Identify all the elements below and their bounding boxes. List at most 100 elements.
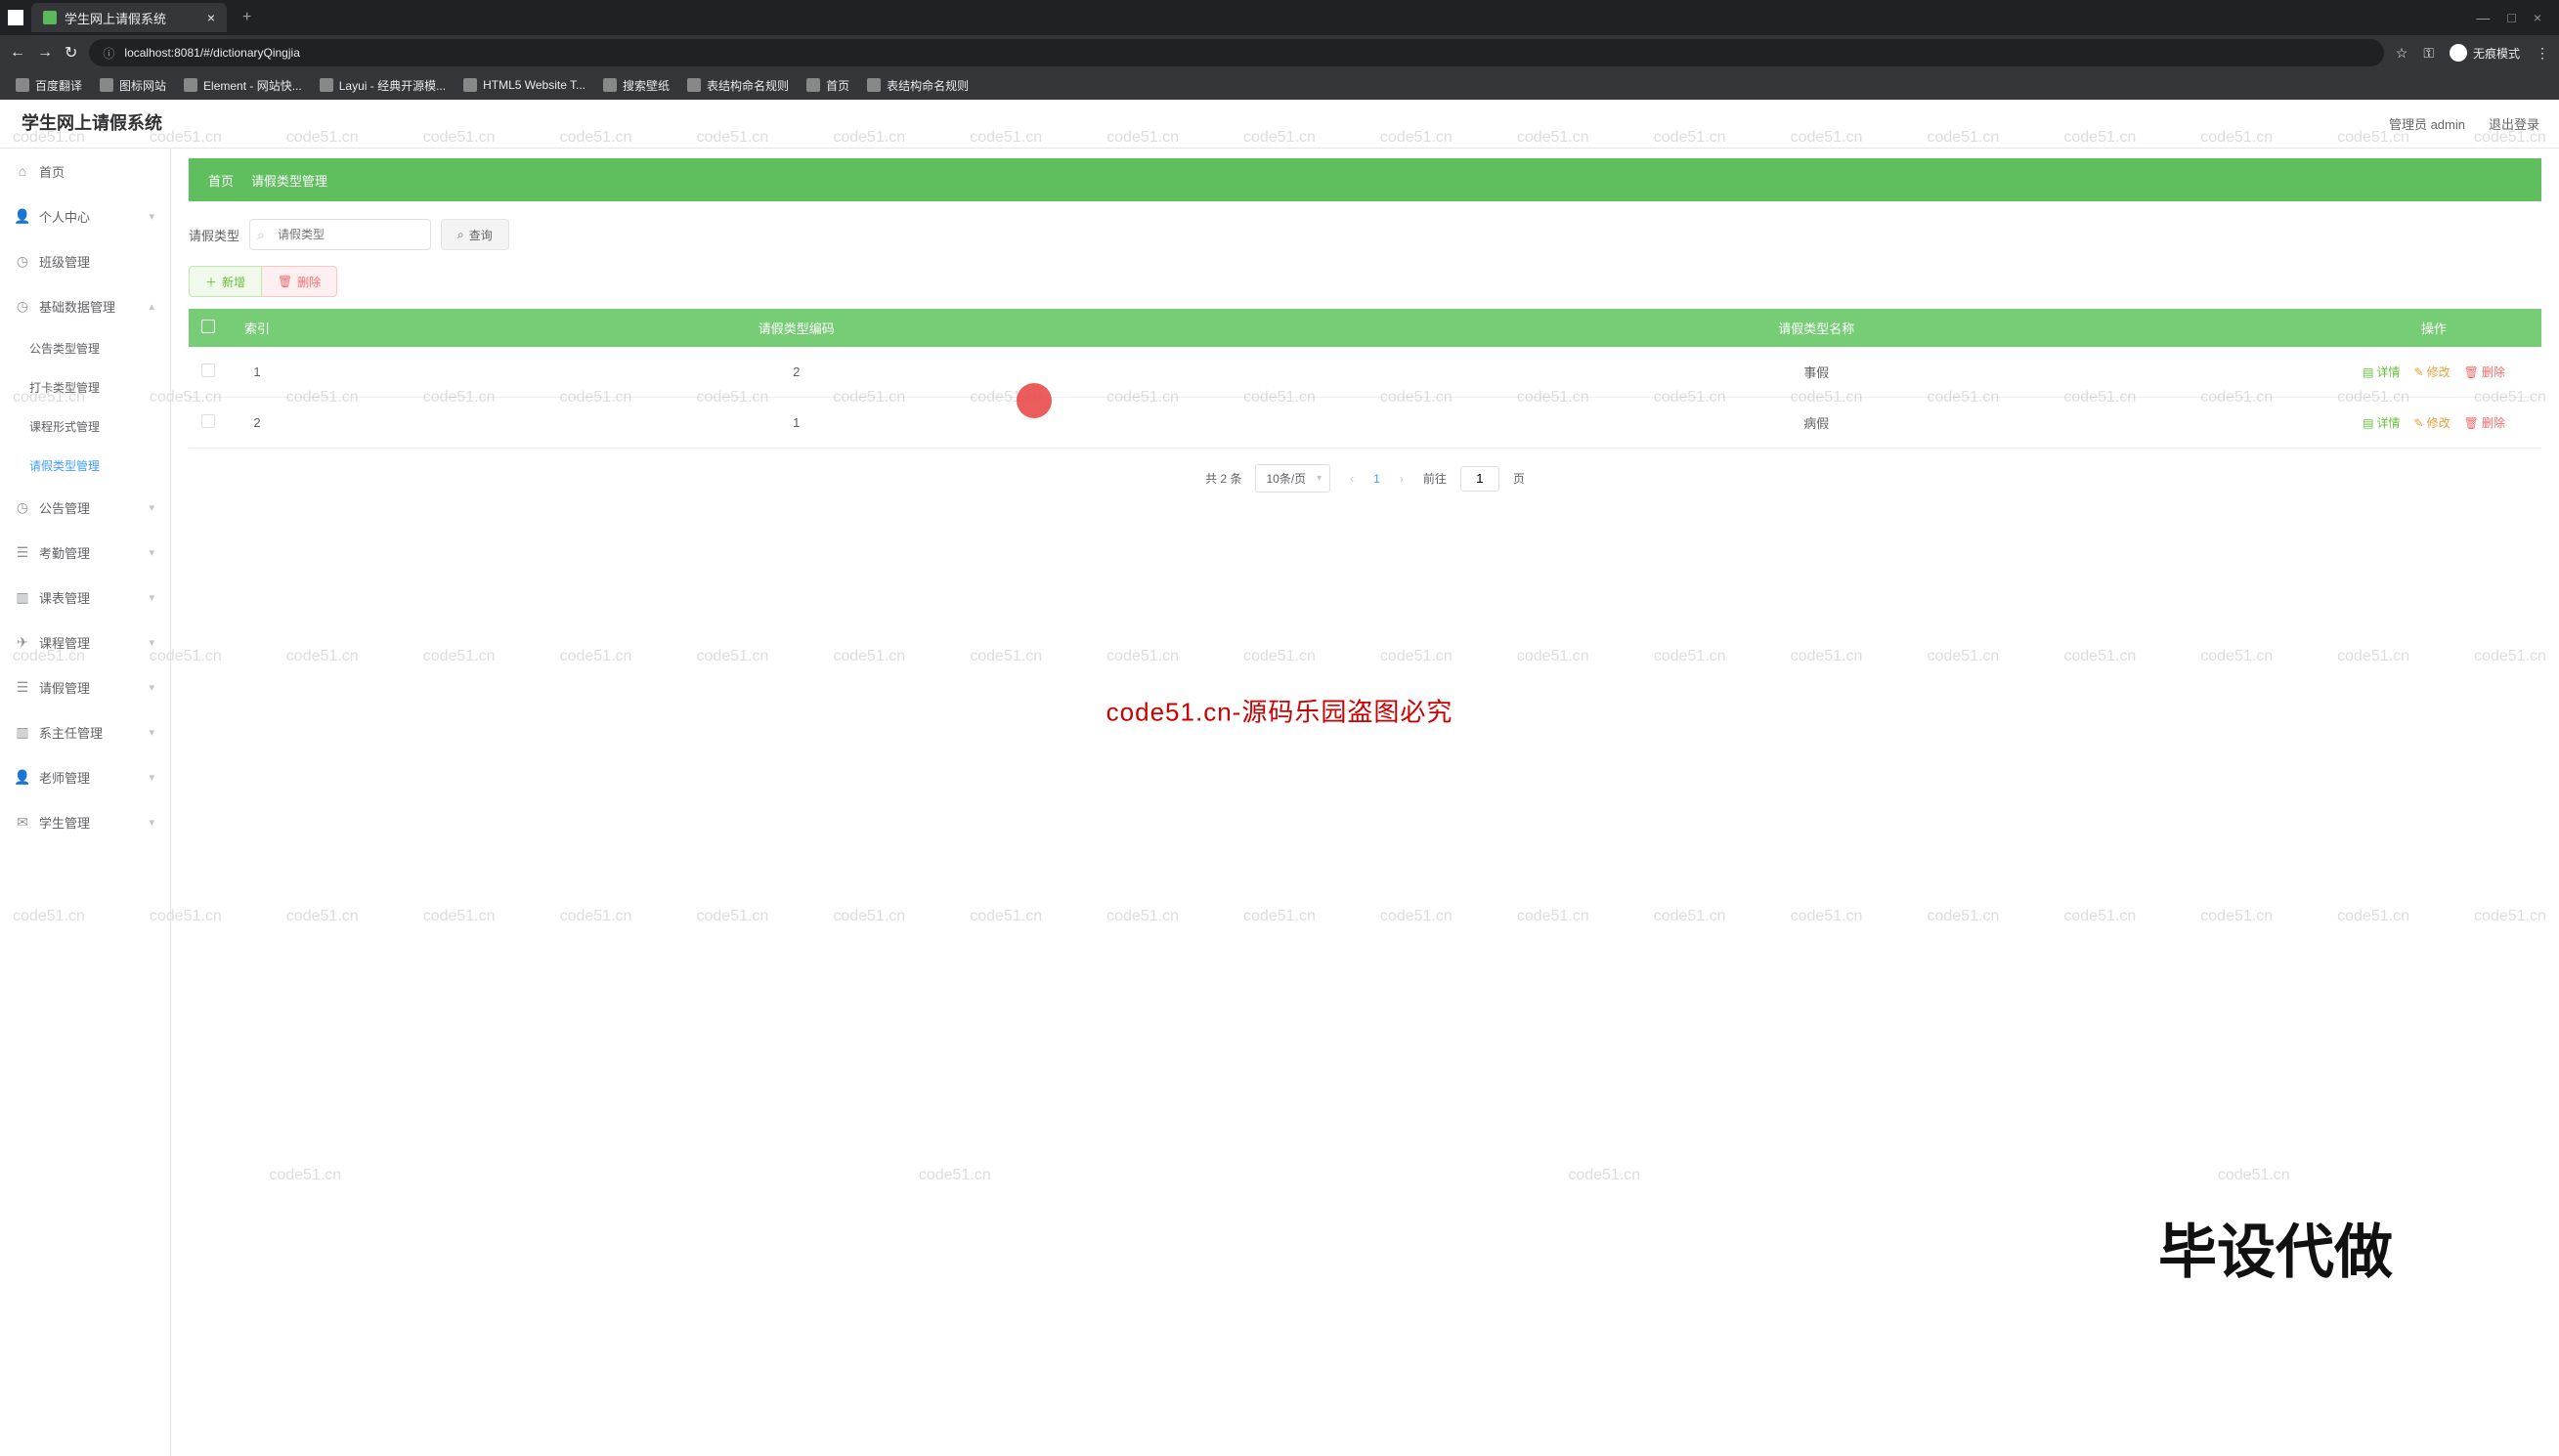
bookmark-item[interactable]: 搜索壁纸 <box>603 77 670 94</box>
user-icon: 👤 <box>16 770 29 784</box>
clock-icon: ◷ <box>16 254 29 268</box>
next-page-button[interactable]: › <box>1394 472 1410 486</box>
bookmark-icon <box>603 78 617 92</box>
chevron-down-icon: ▾ <box>149 636 154 649</box>
minimize-icon[interactable]: — <box>2476 10 2490 25</box>
chevron-down-icon: ▾ <box>149 726 154 739</box>
current-page[interactable]: 1 <box>1373 472 1380 486</box>
row-checkbox[interactable] <box>201 364 215 377</box>
send-icon: ✈ <box>16 635 29 649</box>
clock-icon: ◷ <box>16 500 29 514</box>
sidebar-sub-leave-type[interactable]: 请假类型管理 <box>0 446 170 485</box>
site-info-icon[interactable]: ⓘ <box>103 45 114 62</box>
url-field[interactable]: ⓘ localhost:8081/#/dictionaryQingjia <box>89 39 2383 66</box>
row-detail-button[interactable]: ▤详情 <box>2363 414 2400 431</box>
bookmark-star-icon[interactable]: ☆ <box>2396 45 2408 62</box>
forward-button[interactable]: → <box>37 44 53 62</box>
close-tab-icon[interactable]: × <box>207 10 215 25</box>
home-icon: ⌂ <box>16 164 29 178</box>
chevron-down-icon: ▾ <box>149 771 154 784</box>
row-edit-button[interactable]: ✎修改 <box>2414 414 2451 431</box>
address-bar: ← → ↻ ⓘ localhost:8081/#/dictionaryQingj… <box>0 35 2559 70</box>
bookmark-item[interactable]: Element - 网站快... <box>184 77 302 94</box>
maximize-icon[interactable]: □ <box>2507 10 2515 25</box>
header-checkbox[interactable] <box>189 309 228 347</box>
delete-button[interactable]: 🗑删除 <box>262 266 337 297</box>
sidebar-item-basedata[interactable]: ◷基础数据管理▴ <box>0 283 170 328</box>
gear-icon: ◷ <box>16 299 29 313</box>
chevron-down-icon: ▾ <box>149 501 154 514</box>
bookmark-item[interactable]: 图标网站 <box>100 77 166 94</box>
sidebar-item-student[interactable]: ✉学生管理▾ <box>0 799 170 844</box>
row-checkbox[interactable] <box>201 414 215 428</box>
sidebar-item-timetable[interactable]: ▥课表管理▾ <box>0 575 170 620</box>
reload-button[interactable]: ↻ <box>65 43 77 63</box>
goto-suffix: 页 <box>1513 470 1525 487</box>
user-label[interactable]: 管理员 admin <box>2389 114 2465 133</box>
bookmark-item[interactable]: 表结构命名规则 <box>867 77 969 94</box>
bookmark-item[interactable]: Layui - 经典开源模... <box>320 77 446 94</box>
close-window-icon[interactable]: × <box>2534 10 2541 25</box>
action-button-row: ＋新增 🗑删除 <box>189 266 2541 297</box>
sidebar-item-class[interactable]: ◷班级管理 <box>0 238 170 283</box>
bookmark-item[interactable]: 表结构命名规则 <box>687 77 789 94</box>
prev-page-button[interactable]: ‹ <box>1344 472 1360 486</box>
browser-menu-icon[interactable]: ⋮ <box>2536 45 2549 62</box>
cell-code: 1 <box>286 398 1307 449</box>
calendar-icon: ▥ <box>16 725 29 739</box>
cell-index: 2 <box>228 398 286 449</box>
chevron-down-icon: ▾ <box>149 816 154 829</box>
mail-icon: ✉ <box>16 815 29 829</box>
logout-link[interactable]: 退出登录 <box>2489 114 2539 133</box>
cell-index: 1 <box>228 347 286 398</box>
bookmark-item[interactable]: HTML5 Website T... <box>463 78 586 92</box>
search-row: 请假类型 ⌕ ⌕ 查询 <box>189 219 2541 250</box>
sidebar-item-dean[interactable]: ▥系主任管理▾ <box>0 709 170 754</box>
row-edit-button[interactable]: ✎修改 <box>2414 364 2451 380</box>
search-icon: ⌕ <box>457 228 464 242</box>
search-icon: ⌕ <box>257 227 265 243</box>
bookmark-icon <box>100 78 113 92</box>
tab-strip: 学生网上请假系统 × + — □ × <box>0 0 2559 35</box>
bookmark-icon <box>867 78 881 92</box>
browser-tab[interactable]: 学生网上请假系统 × <box>31 3 227 32</box>
sidebar-sub-checkin-type[interactable]: 打卡类型管理 <box>0 367 170 407</box>
search-input[interactable] <box>249 219 431 250</box>
key-icon[interactable]: ⚿ <box>2423 45 2434 62</box>
breadcrumb-home[interactable]: 首页 <box>208 171 234 190</box>
col-index: 索引 <box>228 309 286 347</box>
add-button[interactable]: ＋新增 <box>189 266 262 297</box>
edit-icon: ✎ <box>2414 365 2424 379</box>
new-tab-button[interactable]: + <box>235 5 259 30</box>
row-delete-button[interactable]: 🗑删除 <box>2464 414 2505 431</box>
app-header: 学生网上请假系统 管理员 admin 退出登录 <box>0 100 2559 149</box>
bookmark-item[interactable]: 百度翻译 <box>16 77 82 94</box>
sidebar: ⌂首页 👤个人中心▾ ◷班级管理 ◷基础数据管理▴ 公告类型管理 打卡类型管理 … <box>0 149 171 1456</box>
tab-title: 学生网上请假系统 <box>65 9 166 27</box>
sidebar-sub-notice-type[interactable]: 公告类型管理 <box>0 328 170 367</box>
chevron-up-icon: ▴ <box>149 300 154 313</box>
back-button[interactable]: ← <box>10 44 25 62</box>
page-size-select[interactable]: 10条/页 ▾ <box>1255 464 1330 492</box>
sidebar-sub-course-type[interactable]: 课程形式管理 <box>0 407 170 446</box>
plus-icon: ＋ <box>205 274 217 290</box>
row-delete-button[interactable]: 🗑删除 <box>2464 364 2505 380</box>
goto-page-input[interactable] <box>1460 466 1499 492</box>
pagination: 共 2 条 10条/页 ▾ ‹ 1 › 前往 页 <box>189 449 2541 508</box>
table-row: 2 1 病假 ▤详情 ✎修改 🗑删除 <box>189 398 2541 449</box>
row-detail-button[interactable]: ▤详情 <box>2363 364 2400 380</box>
bookmark-item[interactable]: 首页 <box>806 77 849 94</box>
os-icon <box>8 10 23 25</box>
sidebar-item-profile[interactable]: 👤个人中心▾ <box>0 193 170 238</box>
sidebar-item-teacher[interactable]: 👤老师管理▾ <box>0 754 170 799</box>
chevron-down-icon: ▾ <box>149 591 154 604</box>
sidebar-item-notice[interactable]: ◷公告管理▾ <box>0 485 170 530</box>
sidebar-item-home[interactable]: ⌂首页 <box>0 149 170 193</box>
query-button[interactable]: ⌕ 查询 <box>441 219 509 250</box>
bookmark-icon <box>806 78 820 92</box>
cell-name: 病假 <box>1307 398 2327 449</box>
sidebar-item-course[interactable]: ✈课程管理▾ <box>0 620 170 664</box>
chevron-down-icon: ▾ <box>149 681 154 694</box>
sidebar-item-attendance[interactable]: ☰考勤管理▾ <box>0 530 170 575</box>
sidebar-item-leave[interactable]: ☰请假管理▾ <box>0 664 170 709</box>
